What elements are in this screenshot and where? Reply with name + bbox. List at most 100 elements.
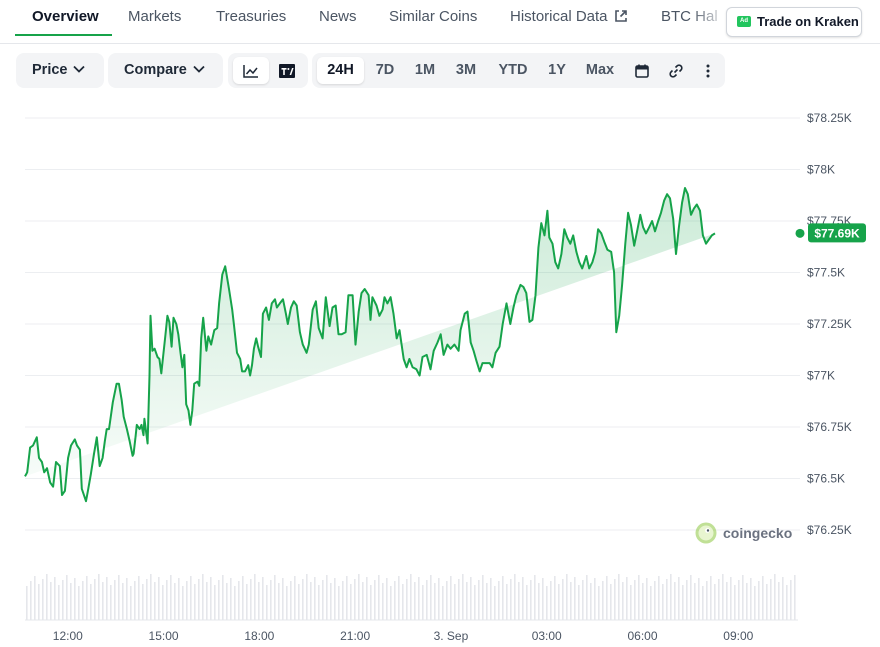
volume-bar [218, 580, 220, 620]
volume-bar [418, 577, 420, 620]
volume-bar [434, 583, 436, 620]
volume-bar [674, 582, 676, 620]
volume-bar [502, 576, 504, 620]
volume-bar [786, 585, 788, 620]
y-tick-label: $78K [807, 163, 835, 177]
volume-bar [698, 578, 700, 620]
volume-bar [650, 586, 652, 620]
volume-bar [214, 585, 216, 620]
x-tick-label: 03:00 [532, 629, 562, 643]
volume-bar [622, 582, 624, 620]
volume-bar [378, 575, 380, 620]
y-tick-label: $77.5K [807, 266, 845, 280]
volume-bar [290, 581, 292, 620]
volume-bar [334, 578, 336, 620]
volume-bar [270, 580, 272, 620]
volume-bar [50, 582, 52, 620]
volume-bar [182, 586, 184, 620]
volume-bar [94, 579, 96, 620]
volume-bar [430, 575, 432, 620]
volume-bar [666, 579, 668, 620]
volume-bar [274, 575, 276, 620]
volume-bar [326, 575, 328, 620]
x-tick-label: 21:00 [340, 629, 370, 643]
volume-bar [690, 575, 692, 620]
volume-bar [646, 578, 648, 620]
volume-bar [530, 580, 532, 620]
current-price-dot [795, 228, 805, 238]
volume-bar [678, 577, 680, 620]
volume-bar [354, 579, 356, 620]
volume-bar [474, 585, 476, 620]
volume-bar [150, 574, 152, 620]
volume-bar [782, 577, 784, 620]
volume-bar [62, 580, 64, 620]
volume-bar [106, 577, 108, 620]
volume-bar [718, 579, 720, 620]
volume-bar [126, 578, 128, 620]
volume-bar [138, 576, 140, 620]
volume-bar [186, 581, 188, 620]
volume-bar [734, 585, 736, 620]
volume-bar [770, 579, 772, 620]
volume-bar [602, 581, 604, 620]
volume-bar [774, 574, 776, 620]
volume-bar [482, 575, 484, 620]
volume-bar [546, 586, 548, 620]
volume-bar [134, 581, 136, 620]
volume-bar [346, 576, 348, 620]
volume-bar [466, 582, 468, 620]
volume-bar [578, 585, 580, 620]
volume-bar [670, 574, 672, 620]
volume-bar [206, 582, 208, 620]
volume-bar [742, 575, 744, 620]
volume-bar [638, 575, 640, 620]
volume-bar [654, 581, 656, 620]
volume-bar [414, 582, 416, 620]
volume-bar [458, 579, 460, 620]
volume-bar [454, 584, 456, 620]
volume-bar [662, 584, 664, 620]
volume-bar [702, 586, 704, 620]
volume-bar [266, 585, 268, 620]
volume-bar [554, 576, 556, 620]
volume-bar [422, 585, 424, 620]
volume-bar [558, 584, 560, 620]
volume-bar [398, 576, 400, 620]
volume-bar [250, 579, 252, 620]
volume-bar [590, 583, 592, 620]
volume-bar [46, 574, 48, 620]
coingecko-watermark: coingecko [695, 522, 792, 544]
volume-bar [402, 584, 404, 620]
volume-bar [586, 575, 588, 620]
volume-bar [58, 585, 60, 620]
volume-bar [174, 583, 176, 620]
volume-bar [486, 583, 488, 620]
x-tick-label: 09:00 [723, 629, 753, 643]
volume-bar [478, 580, 480, 620]
volume-bar [390, 586, 392, 620]
volume-bar [506, 584, 508, 620]
volume-bar [78, 586, 80, 620]
price-area-fill [25, 188, 715, 502]
volume-bar [730, 577, 732, 620]
y-axis-labels: $78.25K$78K$77.75K$77.5K$77.25K$77K$76.7… [807, 111, 852, 537]
volume-bar [86, 576, 88, 620]
volume-bar [350, 584, 352, 620]
volume-bar [258, 582, 260, 620]
x-tick-label: 15:00 [149, 629, 179, 643]
y-tick-label: $76.75K [807, 420, 852, 434]
price-chart: $78.25K$78K$77.75K$77.5K$77.25K$77K$76.7… [24, 111, 866, 643]
volume-bar [382, 583, 384, 620]
volume-bar [550, 581, 552, 620]
volume-bar [526, 585, 528, 620]
gecko-logo-icon [695, 522, 717, 544]
x-tick-label: 3. Sep [434, 629, 469, 643]
volume-bar [302, 579, 304, 620]
volume-bar [562, 579, 564, 620]
volume-bar [510, 579, 512, 620]
volume-bar [758, 581, 760, 620]
volume-bar [162, 585, 164, 620]
volume-bar [630, 585, 632, 620]
volume-bar [462, 574, 464, 620]
